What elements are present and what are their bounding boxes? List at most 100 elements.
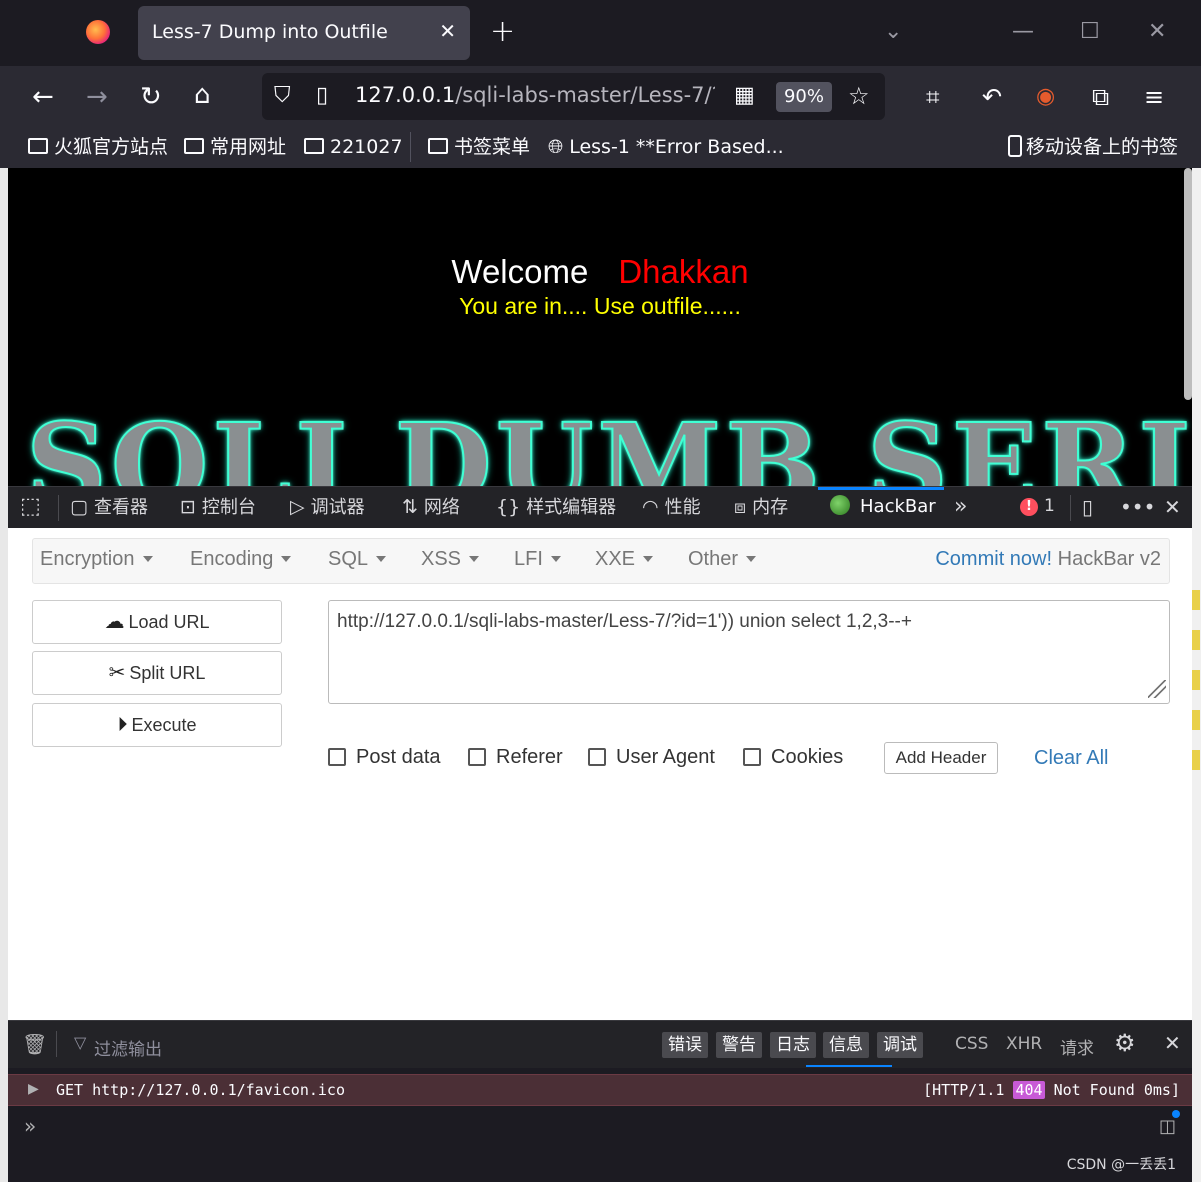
add-header-button[interactable]: Add Header: [884, 742, 998, 774]
menu-lfi[interactable]: LFI: [514, 548, 561, 571]
firefox-logo-icon[interactable]: [86, 20, 110, 44]
toolbar-separator: [1070, 495, 1071, 521]
filter-xhr-button[interactable]: XHR: [1006, 1034, 1042, 1054]
maximize-icon[interactable]: ☐: [1080, 14, 1100, 50]
post-data-checkbox[interactable]: Post data: [328, 746, 441, 769]
load-url-button[interactable]: ☁ Load URL: [32, 600, 282, 644]
filter-output-input[interactable]: 过滤输出: [94, 1035, 162, 1060]
notification-dot: [1172, 1110, 1180, 1118]
checkbox-box[interactable]: [328, 748, 346, 766]
request-message[interactable]: GET http://127.0.0.1/favicon.ico: [56, 1081, 345, 1099]
tab-console[interactable]: ⊡ 控制台: [180, 495, 256, 520]
address-bar[interactable]: ⛉ ▯ 127.0.0.1/sqli-labs-master/Less-7/?i…: [262, 73, 885, 120]
user-agent-checkbox[interactable]: User Agent: [588, 746, 715, 769]
element-picker-icon[interactable]: ⬚: [20, 495, 41, 519]
commit-now-link[interactable]: Commit now! HackBar v2: [935, 548, 1161, 571]
cloud-download-icon: ☁: [104, 611, 125, 633]
filter-css-button[interactable]: CSS: [955, 1034, 988, 1054]
bookmark-star-icon[interactable]: ☆: [848, 81, 870, 111]
resize-grip-icon[interactable]: [1148, 680, 1166, 698]
minimize-icon[interactable]: —: [1012, 14, 1034, 50]
back-arrow-icon[interactable]: ←: [32, 82, 54, 112]
menu-xxe[interactable]: XXE: [595, 548, 654, 571]
url-textarea[interactable]: http://127.0.0.1/sqli-labs-master/Less-7…: [328, 600, 1170, 704]
cookies-checkbox[interactable]: Cookies: [743, 746, 843, 769]
menu-encoding[interactable]: Encoding: [190, 548, 292, 571]
undo-arrow-icon[interactable]: ↶: [982, 82, 1002, 112]
more-options-icon[interactable]: •••: [1120, 495, 1155, 519]
home-icon[interactable]: ⌂: [194, 80, 211, 110]
expand-triangle-icon[interactable]: ▶: [28, 1081, 39, 1097]
page-scrollbar[interactable]: [1184, 168, 1192, 400]
trash-icon[interactable]: 🗑︎: [22, 1032, 47, 1056]
referer-checkbox[interactable]: Referer: [468, 746, 563, 769]
tab-close-icon[interactable]: ✕: [439, 19, 456, 43]
list-all-tabs-icon[interactable]: ⌄: [884, 14, 902, 50]
forward-arrow-icon[interactable]: →: [86, 82, 108, 112]
status-badge: 404: [1013, 1081, 1045, 1099]
split-editor-icon[interactable]: ◫: [1159, 1116, 1176, 1137]
new-tab-button[interactable]: +: [490, 14, 515, 50]
close-devtools-icon[interactable]: ✕: [1164, 495, 1181, 519]
url-text[interactable]: 127.0.0.1/sqli-labs-master/Less-7/?id: [355, 83, 715, 107]
tab-debugger[interactable]: ▷ 调试器: [290, 495, 365, 520]
checkbox-box[interactable]: [588, 748, 606, 766]
more-tabs-chevron-icon[interactable]: »: [954, 495, 967, 519]
shield-icon[interactable]: ⛉: [274, 81, 291, 111]
filter-requests-button[interactable]: 请求: [1060, 1034, 1094, 1059]
user-name: Dhakkan: [618, 253, 749, 290]
tab-network[interactable]: ⇅ 网络: [402, 495, 460, 520]
bookmark-less-1[interactable]: 🌐︎ Less-1 **Error Based...: [548, 134, 784, 160]
window-close-icon[interactable]: ✕: [1148, 14, 1166, 50]
active-tab-indicator: [818, 487, 944, 490]
clear-all-link[interactable]: Clear All: [1034, 747, 1108, 770]
filter-debug-button[interactable]: 调试: [877, 1032, 923, 1058]
hackbar-extension-icon[interactable]: ◉: [1036, 82, 1055, 112]
menu-encryption[interactable]: Encryption: [40, 548, 153, 571]
crop-screenshot-icon[interactable]: ⌗: [926, 82, 940, 112]
checkbox-box[interactable]: [468, 748, 486, 766]
console-error-row[interactable]: ▶ GET http://127.0.0.1/favicon.ico [HTTP…: [8, 1074, 1192, 1106]
caret-down-icon: [376, 556, 387, 562]
checkbox-box[interactable]: [743, 748, 761, 766]
filter-warnings-button[interactable]: 警告: [716, 1032, 762, 1058]
toolbar-separator: [58, 495, 59, 521]
reload-icon[interactable]: ↻: [140, 82, 162, 112]
responsive-design-icon[interactable]: ▯: [1082, 495, 1093, 519]
memory-chip-icon: ⧈: [734, 496, 747, 518]
zoom-level-badge[interactable]: 90%: [776, 82, 832, 112]
filter-funnel-icon: ▽: [74, 1033, 87, 1052]
hamburger-menu-icon[interactable]: ≡: [1144, 82, 1164, 112]
qr-code-icon[interactable]: ▦: [734, 81, 755, 111]
split-url-button[interactable]: ✂ Split URL: [32, 651, 282, 695]
execute-button[interactable]: ⏵ Execute: [32, 703, 282, 747]
tab-inspector[interactable]: ▢ 查看器: [70, 495, 148, 520]
console-input[interactable]: » ◫ CSDN @一丢丢1: [8, 1106, 1192, 1176]
tab-hackbar[interactable]: HackBar: [830, 495, 936, 519]
close-console-icon[interactable]: ✕: [1164, 1031, 1181, 1055]
filter-info-button[interactable]: 信息: [823, 1032, 869, 1058]
menu-xss[interactable]: XSS: [421, 548, 480, 571]
filter-errors-button[interactable]: 错误: [662, 1032, 708, 1058]
bookmark-mobile[interactable]: 移动设备上的书签: [1008, 134, 1178, 160]
extensions-puzzle-icon[interactable]: ⧉: [1092, 82, 1109, 112]
hackbar-menu: Encryption Encoding SQL XSS LFI XXE Othe…: [32, 538, 1170, 584]
bookmark-folder-common[interactable]: 常用网址: [184, 134, 286, 160]
bookmark-folder-firefox[interactable]: 火狐官方站点: [28, 134, 168, 160]
tab-performance[interactable]: ◠ 性能: [642, 495, 701, 520]
tab-memory[interactable]: ⧈ 内存: [734, 495, 788, 520]
filter-logs-button[interactable]: 日志: [770, 1032, 816, 1058]
console-toolbar: 🗑︎ ▽ 过滤输出 错误 警告 日志 信息 调试 CSS XHR 请求 ⚙ ✕: [8, 1020, 1192, 1068]
bookmark-folder-menu[interactable]: 书签菜单: [428, 134, 530, 160]
navigation-toolbar: ← → ↻ ⌂ ⛉ ▯ 127.0.0.1/sqli-labs-master/L…: [0, 66, 1201, 128]
folder-icon: [304, 138, 324, 154]
error-counter[interactable]: ! 1: [1020, 496, 1055, 516]
gear-icon[interactable]: ⚙: [1114, 1029, 1136, 1057]
active-tab[interactable]: Less-7 Dump into Outfile ✕: [138, 6, 470, 60]
menu-other[interactable]: Other: [688, 548, 757, 571]
network-arrows-icon: ⇅: [402, 496, 418, 518]
bookmark-folder-221027[interactable]: 221027: [304, 134, 403, 160]
menu-sql[interactable]: SQL: [328, 548, 387, 571]
tab-style-editor[interactable]: {} 样式编辑器: [496, 495, 616, 520]
url-path: /sqli-labs-master/Less-7/?id: [455, 83, 715, 107]
